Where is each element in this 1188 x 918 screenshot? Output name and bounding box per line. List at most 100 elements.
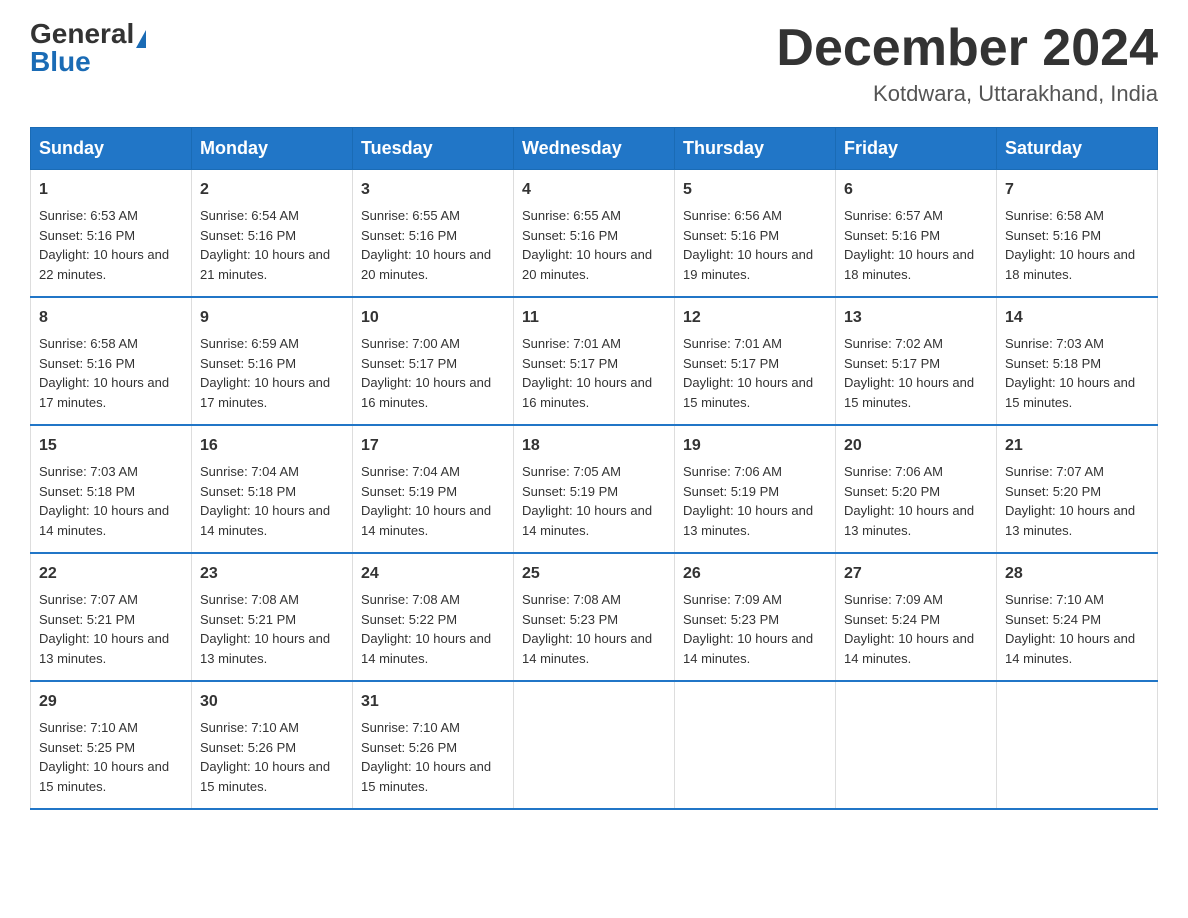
table-row (675, 681, 836, 809)
logo: General Blue (30, 20, 146, 76)
table-row: 13 Sunrise: 7:02 AMSunset: 5:17 PMDaylig… (836, 297, 997, 425)
col-sunday: Sunday (31, 128, 192, 170)
day-info: Sunrise: 7:03 AMSunset: 5:18 PMDaylight:… (1005, 336, 1135, 410)
table-row: 15 Sunrise: 7:03 AMSunset: 5:18 PMDaylig… (31, 425, 192, 553)
day-info: Sunrise: 6:55 AMSunset: 5:16 PMDaylight:… (522, 208, 652, 282)
table-row: 12 Sunrise: 7:01 AMSunset: 5:17 PMDaylig… (675, 297, 836, 425)
day-info: Sunrise: 7:01 AMSunset: 5:17 PMDaylight:… (683, 336, 813, 410)
day-number: 18 (522, 434, 666, 458)
logo-general: General (30, 18, 134, 49)
day-number: 15 (39, 434, 183, 458)
day-info: Sunrise: 7:04 AMSunset: 5:19 PMDaylight:… (361, 464, 491, 538)
table-row: 30 Sunrise: 7:10 AMSunset: 5:26 PMDaylig… (192, 681, 353, 809)
day-number: 28 (1005, 562, 1149, 586)
calendar-week-row: 15 Sunrise: 7:03 AMSunset: 5:18 PMDaylig… (31, 425, 1158, 553)
table-row: 22 Sunrise: 7:07 AMSunset: 5:21 PMDaylig… (31, 553, 192, 681)
month-title: December 2024 (776, 20, 1158, 77)
table-row: 20 Sunrise: 7:06 AMSunset: 5:20 PMDaylig… (836, 425, 997, 553)
calendar-week-row: 22 Sunrise: 7:07 AMSunset: 5:21 PMDaylig… (31, 553, 1158, 681)
day-number: 5 (683, 178, 827, 202)
calendar-table: Sunday Monday Tuesday Wednesday Thursday… (30, 127, 1158, 810)
day-info: Sunrise: 7:09 AMSunset: 5:23 PMDaylight:… (683, 592, 813, 666)
day-info: Sunrise: 7:05 AMSunset: 5:19 PMDaylight:… (522, 464, 652, 538)
logo-blue: Blue (30, 46, 91, 77)
day-info: Sunrise: 7:08 AMSunset: 5:23 PMDaylight:… (522, 592, 652, 666)
calendar-week-row: 29 Sunrise: 7:10 AMSunset: 5:25 PMDaylig… (31, 681, 1158, 809)
day-number: 1 (39, 178, 183, 202)
day-info: Sunrise: 6:56 AMSunset: 5:16 PMDaylight:… (683, 208, 813, 282)
table-row: 29 Sunrise: 7:10 AMSunset: 5:25 PMDaylig… (31, 681, 192, 809)
table-row: 27 Sunrise: 7:09 AMSunset: 5:24 PMDaylig… (836, 553, 997, 681)
table-row: 28 Sunrise: 7:10 AMSunset: 5:24 PMDaylig… (997, 553, 1158, 681)
table-row: 16 Sunrise: 7:04 AMSunset: 5:18 PMDaylig… (192, 425, 353, 553)
day-number: 11 (522, 306, 666, 330)
day-info: Sunrise: 7:01 AMSunset: 5:17 PMDaylight:… (522, 336, 652, 410)
col-friday: Friday (836, 128, 997, 170)
day-number: 2 (200, 178, 344, 202)
table-row: 6 Sunrise: 6:57 AMSunset: 5:16 PMDayligh… (836, 170, 997, 298)
title-area: December 2024 Kotdwara, Uttarakhand, Ind… (776, 20, 1158, 107)
day-info: Sunrise: 7:00 AMSunset: 5:17 PMDaylight:… (361, 336, 491, 410)
table-row: 24 Sunrise: 7:08 AMSunset: 5:22 PMDaylig… (353, 553, 514, 681)
table-row: 14 Sunrise: 7:03 AMSunset: 5:18 PMDaylig… (997, 297, 1158, 425)
logo-text: General (30, 20, 146, 48)
day-info: Sunrise: 7:10 AMSunset: 5:26 PMDaylight:… (200, 720, 330, 794)
day-number: 24 (361, 562, 505, 586)
day-info: Sunrise: 6:57 AMSunset: 5:16 PMDaylight:… (844, 208, 974, 282)
day-number: 3 (361, 178, 505, 202)
table-row: 2 Sunrise: 6:54 AMSunset: 5:16 PMDayligh… (192, 170, 353, 298)
day-number: 13 (844, 306, 988, 330)
day-info: Sunrise: 7:07 AMSunset: 5:20 PMDaylight:… (1005, 464, 1135, 538)
day-info: Sunrise: 7:09 AMSunset: 5:24 PMDaylight:… (844, 592, 974, 666)
day-number: 23 (200, 562, 344, 586)
day-info: Sunrise: 6:58 AMSunset: 5:16 PMDaylight:… (39, 336, 169, 410)
day-number: 10 (361, 306, 505, 330)
day-number: 25 (522, 562, 666, 586)
day-info: Sunrise: 7:08 AMSunset: 5:22 PMDaylight:… (361, 592, 491, 666)
day-info: Sunrise: 7:06 AMSunset: 5:20 PMDaylight:… (844, 464, 974, 538)
day-info: Sunrise: 7:07 AMSunset: 5:21 PMDaylight:… (39, 592, 169, 666)
day-number: 17 (361, 434, 505, 458)
day-number: 9 (200, 306, 344, 330)
table-row: 3 Sunrise: 6:55 AMSunset: 5:16 PMDayligh… (353, 170, 514, 298)
table-row: 9 Sunrise: 6:59 AMSunset: 5:16 PMDayligh… (192, 297, 353, 425)
calendar-week-row: 8 Sunrise: 6:58 AMSunset: 5:16 PMDayligh… (31, 297, 1158, 425)
day-info: Sunrise: 6:59 AMSunset: 5:16 PMDaylight:… (200, 336, 330, 410)
table-row: 31 Sunrise: 7:10 AMSunset: 5:26 PMDaylig… (353, 681, 514, 809)
table-row: 10 Sunrise: 7:00 AMSunset: 5:17 PMDaylig… (353, 297, 514, 425)
col-thursday: Thursday (675, 128, 836, 170)
day-info: Sunrise: 6:55 AMSunset: 5:16 PMDaylight:… (361, 208, 491, 282)
table-row: 7 Sunrise: 6:58 AMSunset: 5:16 PMDayligh… (997, 170, 1158, 298)
day-number: 21 (1005, 434, 1149, 458)
table-row: 23 Sunrise: 7:08 AMSunset: 5:21 PMDaylig… (192, 553, 353, 681)
day-number: 30 (200, 690, 344, 714)
col-tuesday: Tuesday (353, 128, 514, 170)
day-info: Sunrise: 7:10 AMSunset: 5:24 PMDaylight:… (1005, 592, 1135, 666)
table-row: 19 Sunrise: 7:06 AMSunset: 5:19 PMDaylig… (675, 425, 836, 553)
calendar-header-row: Sunday Monday Tuesday Wednesday Thursday… (31, 128, 1158, 170)
day-number: 31 (361, 690, 505, 714)
page-header: General Blue December 2024 Kotdwara, Utt… (30, 20, 1158, 107)
day-info: Sunrise: 7:08 AMSunset: 5:21 PMDaylight:… (200, 592, 330, 666)
table-row (997, 681, 1158, 809)
day-info: Sunrise: 6:58 AMSunset: 5:16 PMDaylight:… (1005, 208, 1135, 282)
table-row: 17 Sunrise: 7:04 AMSunset: 5:19 PMDaylig… (353, 425, 514, 553)
table-row (514, 681, 675, 809)
day-number: 22 (39, 562, 183, 586)
table-row: 18 Sunrise: 7:05 AMSunset: 5:19 PMDaylig… (514, 425, 675, 553)
logo-triangle-icon (136, 30, 146, 48)
table-row: 1 Sunrise: 6:53 AMSunset: 5:16 PMDayligh… (31, 170, 192, 298)
table-row: 11 Sunrise: 7:01 AMSunset: 5:17 PMDaylig… (514, 297, 675, 425)
col-monday: Monday (192, 128, 353, 170)
day-info: Sunrise: 6:54 AMSunset: 5:16 PMDaylight:… (200, 208, 330, 282)
day-number: 8 (39, 306, 183, 330)
table-row: 25 Sunrise: 7:08 AMSunset: 5:23 PMDaylig… (514, 553, 675, 681)
day-number: 4 (522, 178, 666, 202)
table-row: 5 Sunrise: 6:56 AMSunset: 5:16 PMDayligh… (675, 170, 836, 298)
table-row: 4 Sunrise: 6:55 AMSunset: 5:16 PMDayligh… (514, 170, 675, 298)
table-row (836, 681, 997, 809)
day-info: Sunrise: 7:02 AMSunset: 5:17 PMDaylight:… (844, 336, 974, 410)
day-info: Sunrise: 7:10 AMSunset: 5:26 PMDaylight:… (361, 720, 491, 794)
day-number: 14 (1005, 306, 1149, 330)
day-info: Sunrise: 7:04 AMSunset: 5:18 PMDaylight:… (200, 464, 330, 538)
